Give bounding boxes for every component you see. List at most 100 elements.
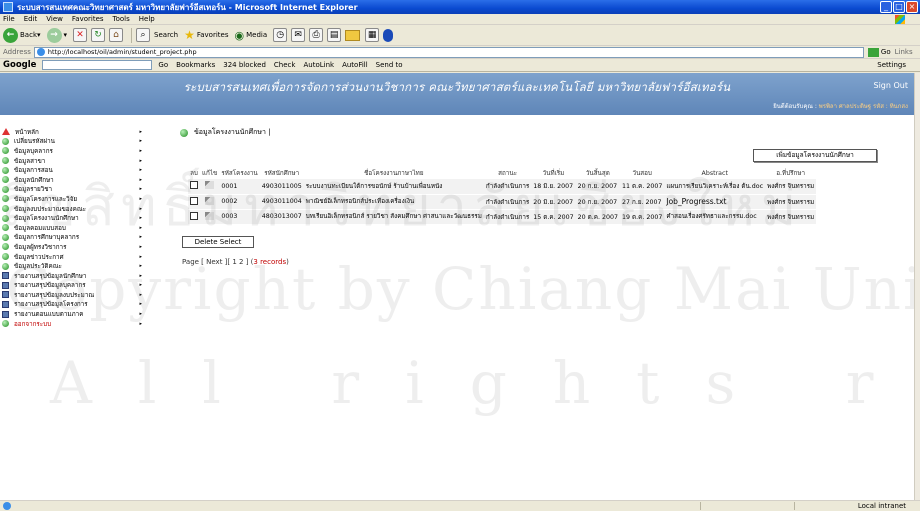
sidebar-item[interactable]: ออกจากระบบ ▸ [0,319,148,329]
signout-link[interactable]: Sign Out [874,81,909,90]
row-select-checkbox[interactable] [190,181,198,190]
sidebar-item[interactable]: หน้าหลัก ▸ [0,127,148,137]
back-button[interactable]: ← Back ▾ [3,27,41,43]
submenu-arrow-icon: ▸ [139,176,142,183]
vertical-scrollbar[interactable] [914,73,920,500]
page-icon [36,48,45,56]
edit-icon[interactable] [205,181,215,190]
sidebar-item[interactable]: ข้อมูลการศึกษาบุคลากร ▸ [0,233,148,243]
sidebar-item[interactable]: ข้อมูลนักศึกษา ▸ [0,175,148,185]
delete-selected-button[interactable]: Delete Select [182,236,254,248]
sidebar-item[interactable]: รายงานสรุปข้อมูลงบประมาณ ▸ [0,290,148,300]
autofill-button[interactable]: AutoFill [342,61,368,69]
close-button[interactable]: × [906,1,918,13]
edit-icon[interactable] [205,196,215,205]
forward-button[interactable]: → ▾ [46,27,67,43]
sidebar-item[interactable]: รายงานสรุปข้อมูลนักศึกษา ▸ [0,271,148,281]
spellcheck-button[interactable]: Check [274,61,296,69]
sidebar-item[interactable]: ข้อมูลสาขา ▸ [0,156,148,166]
sidebar-item-label: ข้อมูลการศึกษาบุคลากร [14,234,80,242]
cell-abstract[interactable]: Job_Progress.txt [664,194,766,210]
menu-tools[interactable]: Tools [113,15,130,23]
address-label: Address [3,48,31,56]
menu-edit[interactable]: Edit [24,15,38,23]
add-project-button[interactable]: เพิ่มข้อมูลโครงงานนักศึกษา [753,149,877,162]
google-search-input[interactable] [42,60,153,70]
sidebar-item[interactable]: รายงานตอนแบบตามภาค ▸ [0,309,148,319]
sidebar-item[interactable]: ข้อมูลผู้ทรงวิชาการ ▸ [0,242,148,252]
home-icon[interactable]: ⌂ [109,28,124,42]
submenu-arrow-icon: ▸ [139,138,142,145]
search-button[interactable]: ⌕ Search [136,28,178,42]
back-arrow-icon: ← [3,27,18,43]
links-button[interactable]: Links [895,48,913,56]
cell-end: 20 ต.ค. 2007 [575,209,620,225]
sidebar-item[interactable]: ข้อมูลคอมแบบสอบ ▸ [0,223,148,233]
address-input[interactable]: http://localhost/oil/admin/student_proje… [33,46,864,58]
media-button[interactable]: ◉ Media [234,29,267,42]
menu-view[interactable]: View [46,15,63,23]
edit-icon[interactable] [205,211,215,220]
submenu-arrow-icon: ▸ [139,282,142,289]
go-button[interactable]: Go [867,47,891,57]
toolbar-separator [131,27,133,43]
sidebar-item[interactable]: เปลี่ยนรหัสผ่าน ▸ [0,137,148,147]
stop-icon[interactable]: ✕ [73,28,88,42]
sidebar-item[interactable]: รายงานสรุปข้อมูลบุคลากร ▸ [0,281,148,291]
windows-logo-icon [895,15,905,24]
autolink-button[interactable]: AutoLink [303,61,334,69]
menu-help[interactable]: Help [139,15,155,23]
favorites-button[interactable]: ★ Favorites [184,28,228,42]
minimize-button[interactable]: _ [880,1,892,13]
book-icon [2,272,9,280]
submenu-arrow-icon: ▸ [139,147,142,154]
sidebar-item[interactable]: ข้อมูลประวัติคณะ ▸ [0,261,148,271]
sidebar-item-label: รายงานตอนแบบตามภาค [14,311,84,319]
sidebar-item[interactable]: ข้อมูลรายวิชา ▸ [0,185,148,195]
row-select-checkbox[interactable] [190,211,198,220]
mail-icon[interactable]: ✉ [291,28,306,42]
address-url: http://localhost/oil/admin/student_proje… [47,48,197,56]
sidebar-item[interactable]: ข้อมูลงบประมาณของคณะ ▸ [0,204,148,214]
sidebar-item-label: ข้อมูลนักศึกษา [14,176,54,184]
welcome-prefix: ยินดีต้อนรับคุณ : [773,103,817,110]
research-icon[interactable]: ▦ [365,28,380,42]
sidebar-item-label: รายงานสรุปข้อมูลโครงการ [14,301,88,309]
google-logo[interactable]: Google [3,60,36,70]
standard-toolbar: ← Back ▾ → ▾ ✕ ↻ ⌂ ⌕ Search ★ Favorites … [0,25,920,46]
print-icon[interactable]: ⎙ [309,28,324,42]
edit-page-icon[interactable]: ▤ [327,28,342,42]
sidebar-item[interactable]: ข้อมูลข่าวประกาศ ▸ [0,252,148,262]
sidebar-item[interactable]: ข้อมูลบุคลากร ▸ [0,146,148,156]
sidebar-item[interactable]: ข้อมูลการสอน ▸ [0,165,148,175]
submenu-arrow-icon: ▸ [139,320,142,327]
google-settings-button[interactable]: Settings [877,61,906,69]
main-panel: ข้อมูลโครงงานนักศึกษา | เพิ่มข้อมูลโครงง… [180,127,900,266]
menu-favorites[interactable]: Favorites [72,15,104,23]
bullet-icon [2,320,9,328]
media-label: Media [246,31,268,39]
google-bookmarks-button[interactable]: Bookmarks [176,61,215,69]
folder-icon[interactable] [345,29,361,41]
bullet-icon [2,166,9,174]
column-header: วันที่เริ่ม [542,170,565,177]
menu-file[interactable]: File [3,15,15,23]
sendto-button[interactable]: Send to [376,61,403,69]
sidebar-item[interactable]: ข้อมูลโครงการและวิจัย ▸ [0,194,148,204]
maximize-button[interactable]: □ [893,1,905,13]
popup-blocked-button[interactable]: 324 blocked [223,61,266,69]
sidebar-item[interactable]: ข้อมูลโครงงานนักศึกษา ▸ [0,213,148,223]
submenu-arrow-icon: ▸ [139,291,142,298]
sidebar-item[interactable]: รายงานสรุปข้อมูลโครงการ ▸ [0,300,148,310]
pager-text[interactable]: Page [ Next ][ 1 2 ] ( [182,258,253,266]
action-cell [188,194,200,210]
bluetooth-icon[interactable] [383,28,394,42]
history-icon[interactable]: ◷ [273,28,288,42]
cell-abstract[interactable]: คำสอนเรื่องศรัทธาและกรรม.doc [664,209,766,225]
google-toolbar: Google Go Bookmarks 324 blocked Check Au… [0,59,920,72]
google-go-button[interactable]: Go [158,61,168,69]
row-select-checkbox[interactable] [190,196,198,205]
cell-abstract[interactable]: แผนการเรียนวิเคราะห์เรื่อง ต้น.doc [664,179,766,195]
refresh-icon[interactable]: ↻ [91,28,106,42]
submenu-arrow-icon: ▸ [139,311,142,318]
